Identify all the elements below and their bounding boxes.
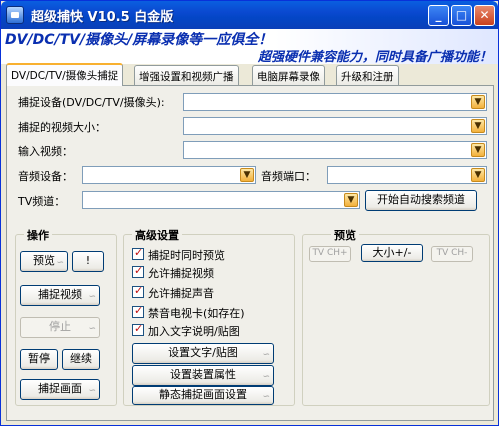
still-capture-settings-button-label: 静态捕捉画面设置: [159, 388, 247, 401]
tv-channel-up-button[interactable]: TV CH+: [309, 246, 351, 262]
capture-panel: 捕捉设备(DV/DC/TV/摄像头): ▼ 捕捉的视频大小： ▼ 输入视频： ▼…: [6, 85, 494, 421]
capture-device-label: 捕捉设备(DV/DC/TV/摄像头):: [18, 96, 165, 109]
device-properties-button-label: 设置装置属性: [170, 368, 236, 381]
app-camera-icon[interactable]: [6, 6, 24, 24]
checkbox-box[interactable]: [132, 264, 144, 278]
stop-button-label: 停止: [49, 320, 71, 333]
tv-channel-label: TV频道：: [18, 195, 66, 208]
swirl-icon: ∽: [88, 386, 96, 396]
checkbox-box[interactable]: [132, 304, 144, 318]
capture-video-button[interactable]: 捕捉视频 ∽: [20, 285, 100, 306]
chevron-down-icon[interactable]: ▼: [240, 168, 254, 182]
swirl-icon: ∽: [262, 350, 270, 360]
preview-size-button[interactable]: 大小+/-: [361, 244, 423, 262]
capture-device-select[interactable]: ▼: [183, 93, 487, 111]
checkbox-mute-tv-card[interactable]: 禁音电视卡(如存在): [132, 304, 292, 320]
checkbox-box[interactable]: [132, 322, 144, 336]
audio-port-select[interactable]: ▼: [327, 166, 487, 184]
checkbox-allow-video[interactable]: 允许捕捉视频: [132, 264, 282, 280]
video-size-select[interactable]: ▼: [183, 117, 487, 135]
checkbox-label: 允许捕捉声音: [148, 287, 214, 300]
checkbox-label: 禁音电视卡(如存在): [148, 307, 245, 320]
stop-button: 停止 ∽: [20, 317, 100, 338]
tv-channel-select[interactable]: ▼: [82, 191, 360, 209]
title-bar[interactable]: 超级捕快 V10.5 白金版 _ □ ✕: [1, 1, 498, 29]
checkbox-label: 捕捉时同时预览: [148, 249, 225, 262]
promo-banner: DV/DC/TV/摄像头/屏幕录像等一应俱全！ 超强硬件兼容能力，同时具备广播功…: [1, 29, 498, 65]
set-text-overlay-button[interactable]: 设置文字/贴图 ∽: [132, 343, 274, 364]
audio-device-select[interactable]: ▼: [82, 166, 256, 184]
chevron-down-icon[interactable]: ▼: [471, 143, 485, 157]
advanced-settings-title: 高级设置: [132, 227, 182, 243]
swirl-icon: ∽: [88, 292, 96, 302]
advanced-settings-group: 高级设置 捕捉时同时预览 允许捕捉视频 允许捕捉声音 禁音电视卡(如存在) 加入…: [123, 227, 295, 406]
preview-title: 预览: [331, 227, 359, 243]
auto-search-channels-button[interactable]: 开始自动搜索频道: [365, 190, 477, 211]
swirl-icon: ∽: [262, 372, 270, 382]
device-properties-button[interactable]: 设置装置属性 ∽: [132, 365, 274, 386]
tab-upgrade-register[interactable]: 升级和注册: [336, 65, 399, 85]
tv-channel-down-button[interactable]: TV CH-: [431, 246, 473, 262]
chevron-down-icon[interactable]: ▼: [471, 119, 485, 133]
input-video-label: 输入视频：: [18, 145, 73, 158]
video-size-label: 捕捉的视频大小：: [18, 121, 106, 134]
preview-button-label: 预览: [33, 254, 55, 267]
checkbox-box[interactable]: [132, 284, 144, 298]
audio-device-label: 音频设备：: [18, 170, 73, 183]
preview-button[interactable]: 预览 ∽: [20, 251, 68, 272]
chevron-down-icon[interactable]: ▼: [471, 95, 485, 109]
capture-frame-button[interactable]: 捕捉画面 ∽: [20, 379, 100, 400]
checkbox-label: 加入文字说明/贴图: [148, 325, 240, 338]
window-title: 超级捕快 V10.5 白金版: [31, 10, 174, 25]
continue-button[interactable]: 继续: [62, 349, 100, 370]
capture-video-button-label: 捕捉视频: [38, 288, 82, 301]
still-capture-settings-button[interactable]: 静态捕捉画面设置 ∽: [132, 386, 274, 405]
help-button[interactable]: !: [72, 251, 104, 272]
operations-group: 操作 预览 ∽ ! 捕捉视频 ∽ 停止 ∽ 暂停 继续 捕捉画面 ∽: [15, 227, 117, 406]
audio-port-label: 音频端口：: [261, 170, 316, 183]
swirl-icon: ∽: [262, 392, 270, 402]
swirl-icon: ∽: [56, 258, 64, 268]
chevron-down-icon[interactable]: ▼: [344, 193, 358, 207]
tab-screen-recording[interactable]: 电脑屏幕录像: [252, 65, 325, 85]
tab-capture[interactable]: DV/DC/TV/摄像头捕捉: [6, 63, 124, 86]
close-button[interactable]: ✕: [474, 5, 495, 26]
set-text-overlay-button-label: 设置文字/贴图: [168, 346, 238, 359]
operations-title: 操作: [24, 227, 52, 243]
minimize-button[interactable]: _: [428, 5, 449, 26]
capture-frame-button-label: 捕捉画面: [38, 382, 82, 395]
checkbox-add-text-overlay[interactable]: 加入文字说明/贴图: [132, 322, 282, 338]
banner-line-2: 超强硬件兼容能力，同时具备广播功能！: [257, 50, 492, 65]
app-window: 超级捕快 V10.5 白金版 _ □ ✕ DV/DC/TV/摄像头/屏幕录像等一…: [0, 0, 499, 426]
tab-enhanced-broadcast[interactable]: 增强设置和视频广播: [134, 65, 239, 85]
preview-group: 预览 TV CH+ 大小+/- TV CH-: [302, 227, 490, 406]
pause-button[interactable]: 暂停: [20, 349, 58, 370]
input-video-select[interactable]: ▼: [183, 141, 487, 159]
chevron-down-icon[interactable]: ▼: [471, 168, 485, 182]
banner-line-1: DV/DC/TV/摄像头/屏幕录像等一应俱全！: [5, 32, 273, 48]
swirl-icon: ∽: [88, 324, 96, 334]
checkbox-label: 允许捕捉视频: [148, 267, 214, 280]
checkbox-box[interactable]: [132, 246, 144, 260]
maximize-button[interactable]: □: [451, 5, 472, 26]
checkbox-allow-audio[interactable]: 允许捕捉声音: [132, 284, 282, 300]
checkbox-preview-while-capturing[interactable]: 捕捉时同时预览: [132, 246, 282, 262]
